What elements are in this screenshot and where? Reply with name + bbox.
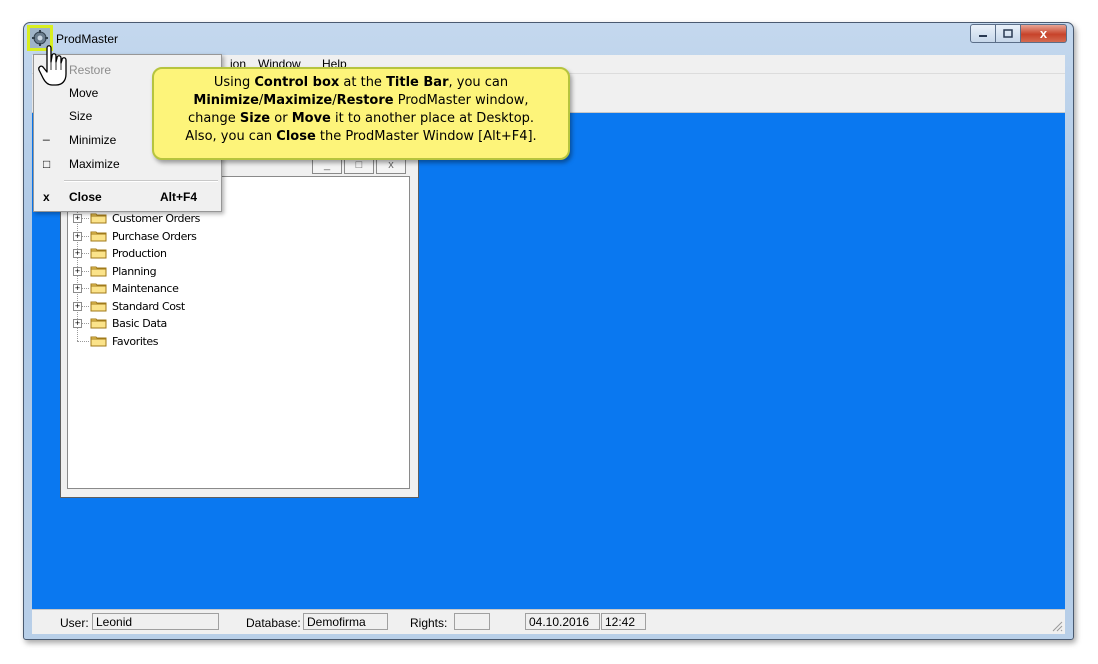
folder-icon <box>90 266 107 276</box>
shortcut-label: Alt+F4 <box>160 190 198 204</box>
close-icon: x <box>1039 26 1048 41</box>
tree-item-label: Production <box>112 247 167 260</box>
expand-icon[interactable]: + <box>73 214 82 223</box>
callout-line-3: change Size or Move it to another place … <box>187 111 535 126</box>
callout-line-1: Using Control box at the Title Bar, you … <box>213 75 509 90</box>
maximize-icon: □ <box>43 157 51 171</box>
folder-icon <box>90 318 107 329</box>
user-field: Leonid <box>92 613 219 630</box>
system-menu-label: Move <box>69 86 99 100</box>
menu-separator <box>64 180 218 182</box>
database-field: Demofirma <box>303 613 388 630</box>
folder-icon <box>90 283 107 294</box>
tree-item-label: Basic Data <box>112 317 167 330</box>
tree-item-label: Planning <box>112 264 157 278</box>
expand-icon[interactable]: + <box>73 249 82 258</box>
system-menu-item-close[interactable]: x Close Alt+F4 <box>34 186 221 208</box>
folder-icon <box>90 248 107 259</box>
minimize-button[interactable] <box>970 24 996 43</box>
folder-icon <box>90 213 107 224</box>
callout-line-4: Also, you can Close the ProdMaster Windo… <box>185 129 537 144</box>
resize-grip-icon[interactable] <box>1051 620 1063 632</box>
folder-icon <box>90 301 107 311</box>
rights-label: Rights: <box>410 616 448 630</box>
folder-icon <box>90 336 107 346</box>
system-menu-label: Minimize <box>69 133 117 147</box>
expand-icon[interactable]: + <box>73 319 82 328</box>
status-bar: User: Leonid Database: Demofirma Rights:… <box>32 609 1065 634</box>
minimize-icon <box>979 34 987 37</box>
tree-item-label: Standard Cost <box>112 299 185 313</box>
tree-item-label: Purchase Orders <box>112 229 197 243</box>
minimize-icon: _ <box>43 127 50 141</box>
maximize-icon <box>1003 29 1013 38</box>
expand-icon[interactable]: + <box>73 231 82 241</box>
tutorial-callout: Using Control box at the Title Bar, you … <box>152 67 570 160</box>
hand-cursor-icon <box>38 45 67 86</box>
maximize-button[interactable] <box>996 24 1021 43</box>
system-menu-label: Close <box>69 190 102 204</box>
rights-field <box>454 613 490 630</box>
system-menu-label: Restore <box>69 63 112 77</box>
system-menu-label: Size <box>69 109 93 123</box>
time-field: 12:42 <box>601 613 646 630</box>
expand-icon[interactable]: + <box>73 301 82 311</box>
caption-buttons: x <box>970 24 1067 43</box>
title-bar[interactable]: ProdMaster x <box>24 23 1073 55</box>
user-label: User: <box>60 616 89 630</box>
database-label: Database: <box>246 616 301 630</box>
date-field: 04.10.2016 <box>525 613 600 630</box>
tree-item-label: Customer Orders <box>112 212 200 225</box>
expand-icon[interactable]: + <box>73 284 82 293</box>
tree-item-label: Maintenance <box>112 282 179 295</box>
close-icon: x <box>43 190 50 204</box>
folder-icon <box>90 231 107 241</box>
system-menu-label: Maximize <box>69 157 120 171</box>
tree-connector <box>77 340 89 342</box>
navigation-tree: + Customer Orders + Purchase Orders + Product… <box>67 176 410 489</box>
tree-item-label: Favorites <box>112 334 159 348</box>
close-button[interactable]: x <box>1021 24 1067 43</box>
callout-line-2: Minimize/Maximize/Restore ProdMaster win… <box>193 93 529 108</box>
expand-icon[interactable]: + <box>73 266 82 276</box>
